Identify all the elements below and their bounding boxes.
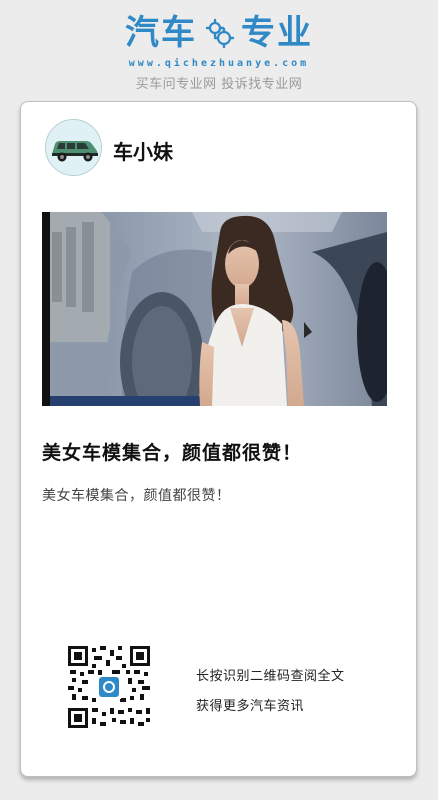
brand-logo: 汽车 专业: [0, 16, 438, 50]
cover-image: [42, 212, 387, 406]
qr-instruction-text: 长按识别二维码查阅全文: [196, 669, 345, 684]
site-slogan: 买车问专业网 投诉找专业网: [135, 77, 303, 92]
gear-icon: [205, 18, 235, 49]
article-summary: 美女车模集合，颜值都很赞！: [42, 488, 231, 504]
article-title: 美女车模集合，颜值都很赞！: [42, 442, 303, 464]
qr-code-icon[interactable]: [68, 646, 150, 728]
car-icon: [46, 120, 101, 175]
qr-benefit-text: 获得更多汽车资讯: [196, 699, 305, 714]
avatar: [45, 119, 102, 176]
brand-header: 汽车 专业 www.qichezhuanye.com 买车问专业网 投诉找专业网: [0, 0, 438, 100]
site-url: www.qichezhuanye.com: [128, 58, 310, 69]
share-card: 车小妹 美女车模集合，颜值都很赞！ 美女车模集合，颜值都很赞！ 长按识别二维码查…: [20, 101, 417, 777]
logo-text-left: 汽车: [125, 13, 197, 53]
logo-text-right: 专业: [241, 13, 313, 53]
author-name: 车小妹: [113, 140, 173, 164]
